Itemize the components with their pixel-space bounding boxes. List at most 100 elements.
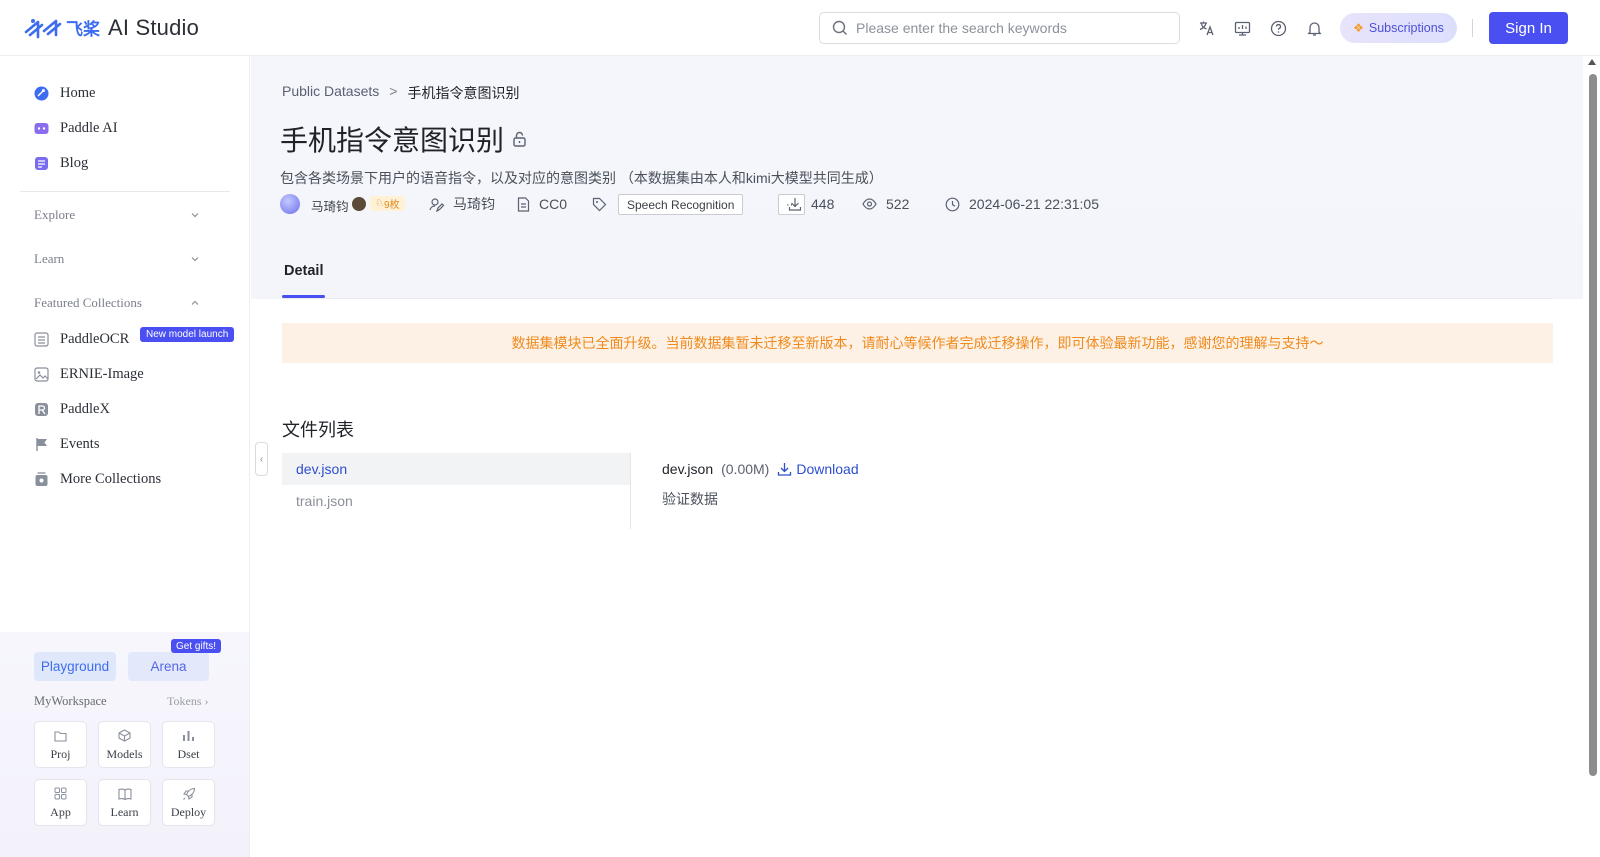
cube-icon [118,728,131,744]
subscriptions-button[interactable]: ❖ Subscriptions [1340,13,1457,43]
download-link[interactable]: Download [777,461,859,477]
folder-icon [54,728,67,744]
workspace-tile-dset[interactable]: Dset [162,721,215,768]
collections-icon [34,471,49,487]
sign-in-button[interactable]: Sign In [1489,12,1568,44]
sidebar-item-home[interactable]: Home [34,82,95,104]
downloads-count: 448 [788,193,834,215]
monitor-icon[interactable] [1232,18,1252,38]
sidebar-item-label: Events [60,435,100,452]
section-label: Learn [34,251,65,266]
sidebar-section-featured-collections[interactable]: Featured Collections [34,292,200,314]
scrollbar-thumb[interactable] [1589,74,1597,776]
logo[interactable]: 飞桨 AI Studio [24,13,199,43]
sidebar-item-label: Home [60,84,96,101]
book-icon [117,786,132,802]
file-detail: dev.json (0.00M) Download [662,458,859,480]
scroll-up-arrow[interactable] [1588,59,1596,65]
blog-icon [34,156,49,171]
tokens-link[interactable]: Tokens › [167,694,209,709]
bell-icon[interactable] [1304,18,1324,38]
file-size: (0.00M) [721,461,770,477]
tag-label-icon-wrap [592,193,616,215]
scrollbar[interactable] [1585,56,1600,857]
license: CC0 [517,193,567,215]
tab-divider [282,298,1552,299]
translate-icon[interactable] [1196,18,1216,38]
get-gifts-badge: Get gifts! [171,639,222,653]
workspace-tile-app[interactable]: App [34,779,87,826]
updated-time: 2024-06-21 22:31:05 [945,193,1099,215]
sidebar-divider [20,191,230,192]
svg-text:飞桨: 飞桨 [66,19,101,40]
paddle-logo-icon: 飞桨 [24,19,101,40]
avatar[interactable] [280,194,300,214]
medal-badge: ♘ 9枚 [370,196,405,211]
arena-button[interactable]: Arena [128,652,209,681]
search-input[interactable] [856,20,1156,36]
workspace-tile-learn[interactable]: Learn [98,779,151,826]
download-icon [777,462,792,476]
sidebar-item-events[interactable]: Events [34,433,99,455]
workspace-tile-proj[interactable]: Proj [34,721,87,768]
migration-notice: 数据集模块已全面升级。当前数据集暂未迁移至新版本，请耐心等候作者完成迁移操作，即… [282,323,1553,363]
breadcrumb-separator: > [389,83,398,99]
clock-icon [945,197,960,212]
tag-speech-recognition[interactable]: Speech Recognition [618,194,744,215]
dataset-meta: 马琦钧 ♘ 9枚 马琦钧 CC0 Speech Recognition ··· 4… [280,193,1280,215]
breadcrumb-public-datasets[interactable]: Public Datasets [282,83,379,103]
help-icon[interactable] [1268,18,1288,38]
chevron-down-icon [191,213,199,218]
page-title: 手机指令意图识别 [280,119,527,159]
crown-icon: ❖ [1353,21,1364,35]
sidebar-item-paddleocr[interactable]: PaddleOCR [34,328,129,350]
rocket-icon [182,786,196,802]
sidebar: Home Paddle AI Blog Explore Learn Featur… [0,56,250,857]
unlock-icon [512,131,527,147]
sidebar-collapse-button[interactable]: ‹ [255,442,268,476]
level-icon [352,197,366,211]
chevron-up-icon [191,300,199,305]
medal-icon: ♘ [375,198,384,209]
breadcrumb-current: 手机指令意图识别 [407,85,520,101]
tag-icon [592,197,607,212]
workspace-tile-models[interactable]: Models [98,721,151,768]
apps-icon [54,786,67,802]
sidebar-item-blog[interactable]: Blog [34,152,88,174]
file-item-train-json[interactable]: train.json [282,485,630,517]
sidebar-item-label: PaddleX [60,400,110,417]
download-icon [788,197,802,211]
sidebar-item-label: ERNIE-Image [60,365,144,382]
tab-detail[interactable]: Detail [284,263,324,279]
contributor-icon [428,197,444,212]
dataset-description: 包含各类场景下用户的语音指令，以及对应的意图类别 （本数据集由本人和kimi大模… [280,170,883,186]
breadcrumb: Public Datasets > 手机指令意图识别 [282,83,519,103]
sidebar-item-paddle-ai[interactable]: Paddle AI [34,117,118,139]
dataset-icon [182,728,195,744]
sidebar-item-ernie-image[interactable]: ERNIE-Image [34,363,144,385]
main-content: Public Datasets > 手机指令意图识别 手机指令意图识别 包含各类… [251,56,1583,857]
playground-button[interactable]: Playground [34,652,116,681]
sidebar-section-learn[interactable]: Learn [34,248,200,270]
sidebar-item-label: Blog [60,154,89,171]
search-box[interactable] [819,12,1180,44]
flag-icon [34,437,49,452]
dataset-title: 手机指令意图识别 [280,125,505,156]
sidebar-item-label: PaddleOCR [60,330,130,347]
workspace-panel: Playground Arena Get gifts! MyWorkspace … [0,632,249,857]
paddlex-icon [34,402,49,417]
eye-icon [862,198,877,210]
sidebar-item-more-collections[interactable]: More Collections [34,468,161,490]
author-name[interactable]: 马琦钧 [311,196,349,215]
sidebar-item-paddlex[interactable]: PaddleX [34,398,110,420]
new-model-badge: New model launch [140,327,235,342]
section-label: Featured Collections [34,295,142,310]
file-list: dev.json train.json [282,453,631,529]
file-list-title: 文件列表 [282,420,354,440]
top-header: 飞桨 AI Studio ❖ Subscriptions Sign In [0,0,1600,56]
file-item-dev-json[interactable]: dev.json [282,453,630,485]
sidebar-item-label: Paddle AI [60,119,118,136]
paddle-ai-icon [34,121,49,136]
sidebar-section-explore[interactable]: Explore [34,204,200,226]
workspace-tile-deploy[interactable]: Deploy [162,779,215,826]
